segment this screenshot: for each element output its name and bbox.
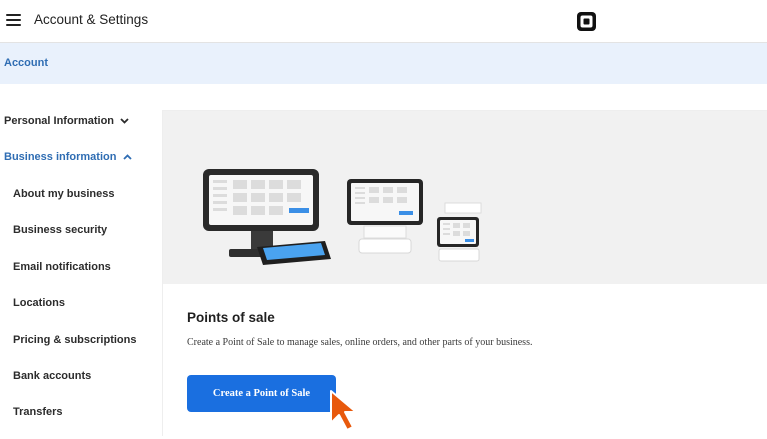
- breadcrumb: Account: [0, 43, 767, 84]
- sidebar-item-business-security[interactable]: Business security: [13, 224, 107, 236]
- mouse-cursor-icon: [330, 390, 357, 431]
- hamburger-menu-icon[interactable]: [6, 14, 21, 26]
- chevron-up-icon: [122, 154, 132, 160]
- sidebar-item-locations[interactable]: Locations: [13, 297, 65, 309]
- square-logo-icon[interactable]: [577, 12, 596, 31]
- top-bar: Account & Settings: [0, 0, 767, 43]
- section-title: Points of sale: [187, 310, 275, 325]
- pos-devices-illustration: [203, 169, 482, 265]
- breadcrumb-account[interactable]: Account: [4, 57, 48, 69]
- sidebar-item-transfers[interactable]: Transfers: [13, 406, 63, 418]
- sidebar-item-label: Personal Information: [4, 115, 115, 127]
- points-of-sale-card: Points of sale Create a Point of Sale to…: [162, 110, 767, 436]
- sidebar-item-business-information[interactable]: Business information: [4, 151, 132, 163]
- sidebar-item-about-my-business[interactable]: About my business: [13, 188, 114, 200]
- chevron-down-icon: [120, 118, 129, 124]
- sidebar-item-email-notifications[interactable]: Email notifications: [13, 261, 111, 273]
- sidebar-item-bank-accounts[interactable]: Bank accounts: [13, 370, 91, 382]
- create-point-of-sale-button[interactable]: Create a Point of Sale: [187, 375, 336, 412]
- sidebar-item-personal-information[interactable]: Personal Information: [4, 115, 129, 127]
- section-description: Create a Point of Sale to manage sales, …: [187, 337, 533, 348]
- app-title: Account & Settings: [34, 12, 149, 27]
- hero-banner: [163, 111, 767, 284]
- sidebar-item-label: Business information: [4, 151, 117, 163]
- sidebar-item-pricing-subscriptions[interactable]: Pricing & subscriptions: [13, 334, 136, 346]
